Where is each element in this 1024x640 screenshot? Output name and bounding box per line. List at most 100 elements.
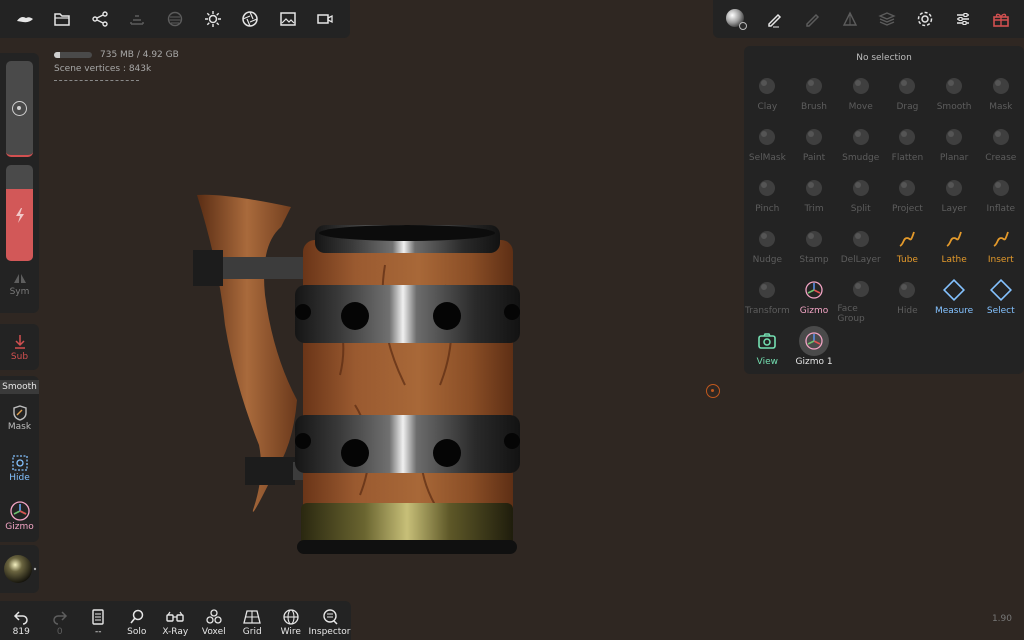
quick-tool-smooth[interactable]: Smooth xyxy=(0,380,39,394)
clay-icon xyxy=(755,74,779,98)
tool-clay[interactable]: Clay xyxy=(744,68,791,119)
matcap-sphere-icon xyxy=(4,555,37,583)
tool-hide[interactable]: Hide xyxy=(884,272,931,323)
tool-lathe[interactable]: Lathe xyxy=(931,221,978,272)
material-sphere-icon[interactable] xyxy=(719,4,753,34)
voxel-button[interactable]: Voxel xyxy=(195,607,234,637)
undo-button[interactable]: 819 xyxy=(2,607,41,637)
tool-drag[interactable]: Drag xyxy=(884,68,931,119)
tool-stamp[interactable]: Stamp xyxy=(791,221,838,272)
symmetry-toggle[interactable]: Sym xyxy=(0,271,39,297)
tool-label: Smudge xyxy=(842,153,880,163)
material-preview[interactable] xyxy=(0,545,39,593)
tool-label: Mask xyxy=(989,102,1013,112)
vertices-text: Scene vertices : 843k xyxy=(54,64,152,74)
brush-settings-icon[interactable] xyxy=(757,4,791,34)
light-icon[interactable] xyxy=(196,4,230,34)
tool-label: Layer xyxy=(941,204,967,214)
tool-gizmo[interactable]: Gizmo xyxy=(791,272,838,323)
paint-icon[interactable] xyxy=(795,4,829,34)
tool-measure[interactable]: Measure xyxy=(931,272,978,323)
tool-label: Paint xyxy=(802,153,826,163)
tool-label: Brush xyxy=(801,102,828,112)
tool-split[interactable]: Split xyxy=(837,170,884,221)
split-icon xyxy=(849,176,873,200)
tool-layer[interactable]: Layer xyxy=(931,170,978,221)
background-image-icon[interactable] xyxy=(271,4,305,34)
tool-label: Clay xyxy=(757,102,778,112)
tool-selmask[interactable]: SelMask xyxy=(744,119,791,170)
sphere-texture-icon[interactable] xyxy=(158,4,192,34)
tool-face-group[interactable]: Face Group xyxy=(837,272,884,324)
inspector-button[interactable]: Inspector xyxy=(309,607,351,637)
tool-nudge[interactable]: Nudge xyxy=(744,221,791,272)
symmetry-icon xyxy=(13,274,26,284)
inspector-icon xyxy=(319,607,341,627)
tool-mask[interactable]: Mask xyxy=(977,68,1024,119)
tool-project[interactable]: Project xyxy=(884,170,931,221)
pivot-point-icon[interactable] xyxy=(706,384,720,398)
tool-trim[interactable]: Trim xyxy=(791,170,838,221)
stamp-icon xyxy=(802,227,826,251)
layers-icon[interactable] xyxy=(870,4,904,34)
solo-button[interactable]: Solo xyxy=(118,607,157,637)
grid-button[interactable]: Grid xyxy=(233,607,272,637)
tool-insert[interactable]: Insert xyxy=(977,221,1024,272)
tool-move[interactable]: Move xyxy=(837,68,884,119)
trim-icon xyxy=(802,176,826,200)
insert-icon xyxy=(989,227,1013,251)
wire-label: Wire xyxy=(280,627,301,637)
tool-label: Trim xyxy=(804,204,824,214)
tool-paint[interactable]: Paint xyxy=(791,119,838,170)
scene-graph-icon[interactable] xyxy=(83,4,117,34)
topology-icon[interactable] xyxy=(833,4,867,34)
tool-dellayer[interactable]: DelLayer xyxy=(837,221,884,272)
tool-inflate[interactable]: Inflate xyxy=(977,170,1024,221)
folder-icon[interactable] xyxy=(45,4,79,34)
brush-icon xyxy=(802,74,826,98)
tool-label: Smooth xyxy=(936,102,972,112)
redo-button[interactable]: 0 xyxy=(41,607,80,637)
tool-tube[interactable]: Tube xyxy=(884,221,931,272)
subdivide-button[interactable]: Sub xyxy=(0,324,39,370)
view-icon xyxy=(755,329,779,353)
post-process-icon[interactable] xyxy=(233,4,267,34)
hide-label: Hide xyxy=(9,473,30,483)
quick-tool-mask[interactable]: Mask xyxy=(0,404,39,432)
settings-icon[interactable] xyxy=(908,4,942,34)
quick-tool-hide[interactable]: Hide xyxy=(0,453,39,483)
tool-brush[interactable]: Brush xyxy=(791,68,838,119)
document-button[interactable]: -- xyxy=(79,607,118,637)
tool-label: Split xyxy=(850,204,871,214)
camera-video-icon[interactable] xyxy=(308,4,342,34)
intensity-slider[interactable] xyxy=(6,165,33,261)
logo-icon[interactable] xyxy=(8,4,42,34)
nomad-sculpt-app: { "stats": {"memory": "735 MB / 4.92 GB"… xyxy=(0,0,1024,640)
tool-label: Move xyxy=(848,102,873,112)
tool-label: View xyxy=(756,357,779,367)
redo-icon xyxy=(49,607,71,627)
tool-view[interactable]: View xyxy=(744,323,791,374)
quick-tool-gizmo[interactable]: Gizmo xyxy=(0,500,39,532)
tool-smooth[interactable]: Smooth xyxy=(931,68,978,119)
smudge-icon xyxy=(849,125,873,149)
xray-button[interactable]: X-Ray xyxy=(156,607,195,637)
tool-planar[interactable]: Planar xyxy=(931,119,978,170)
tool-gizmo-1[interactable]: Gizmo 1 xyxy=(791,323,838,374)
tool-label: Lathe xyxy=(941,255,967,265)
tool-label: Select xyxy=(986,306,1015,316)
tool-select[interactable]: Select xyxy=(977,272,1024,323)
mask-shield-icon xyxy=(12,405,27,421)
tool-smudge[interactable]: Smudge xyxy=(837,119,884,170)
tool-pinch[interactable]: Pinch xyxy=(744,170,791,221)
bricks-icon[interactable] xyxy=(120,4,154,34)
sub-label: Sub xyxy=(10,352,29,362)
wire-button[interactable]: Wire xyxy=(272,607,311,637)
sliders-icon[interactable] xyxy=(946,4,980,34)
tool-crease[interactable]: Crease xyxy=(977,119,1024,170)
radius-slider[interactable] xyxy=(6,61,33,157)
lathe-icon xyxy=(942,227,966,251)
tool-transform[interactable]: Transform xyxy=(744,272,791,323)
gift-icon[interactable] xyxy=(984,4,1018,34)
tool-flatten[interactable]: Flatten xyxy=(884,119,931,170)
